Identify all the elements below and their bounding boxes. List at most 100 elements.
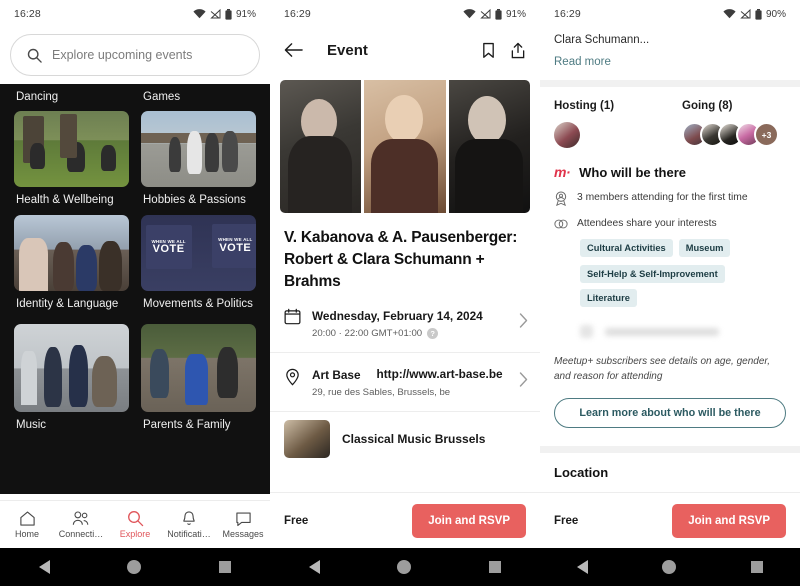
event-date: Wednesday, February 14, 2024 [312, 309, 483, 323]
status-time: 16:28 [14, 8, 41, 20]
android-back-button[interactable] [577, 560, 589, 574]
meetup-m-logo: m· [554, 164, 571, 180]
join-and-rsvp-button[interactable]: Join and RSVP [672, 503, 786, 538]
android-recents-button[interactable] [219, 561, 232, 573]
avatar[interactable] [554, 122, 580, 148]
shared-interests-line: Attendees share your interests [540, 206, 800, 231]
interest-chip[interactable]: Museum [678, 239, 731, 257]
rsvp-bar: Free Join and RSVP [270, 492, 540, 548]
status-bar-3: 16:29 90% [540, 0, 800, 28]
shared-interests-label: Attendees share your interests [577, 218, 717, 229]
event-time: 20:00 · 22:00 GMT+01:00 ? [312, 328, 508, 339]
category-label: Games [143, 91, 181, 103]
blurred-icon-placeholder [580, 325, 593, 339]
category-cell[interactable]: Parents & Family [135, 318, 262, 439]
venue-url[interactable]: http://www.art-base.be [377, 367, 503, 384]
event-price: Free [284, 514, 309, 527]
interest-chip[interactable]: Literature [580, 289, 637, 307]
android-back-button[interactable] [38, 560, 50, 574]
search-section: Explore upcoming events [0, 28, 270, 84]
battery-percent: 91% [235, 8, 256, 20]
bottom-tab-bar: Home Connecti… Explore Notificati… Messa… [0, 500, 270, 548]
android-recents-button[interactable] [750, 561, 763, 573]
interest-chip-row-1: Cultural Activities Museum [540, 231, 800, 257]
join-and-rsvp-button[interactable]: Join and RSVP [412, 503, 526, 538]
chevron-right-icon [519, 372, 528, 392]
tab-home[interactable]: Home [0, 510, 54, 539]
blurred-locked-row [540, 307, 800, 341]
signal-icon [740, 9, 751, 19]
vote-sign-line2: VOTE [219, 241, 252, 254]
category-label: Hobbies & Passions [143, 194, 246, 207]
hosting-column: Hosting (1) [554, 100, 682, 148]
bookmark-icon[interactable] [481, 42, 496, 59]
category-image[interactable] [14, 324, 129, 413]
search-icon [127, 511, 143, 527]
read-more-link[interactable]: Read more [540, 46, 800, 80]
location-section-title: Location [554, 465, 609, 480]
tab-notifications[interactable]: Notificati… [162, 510, 216, 539]
category-cell[interactable]: Music [8, 318, 135, 439]
category-list[interactable]: Dancing Health & Wellbeing Games Hobbies… [0, 84, 270, 494]
android-home-button[interactable] [662, 560, 677, 574]
category-image[interactable] [141, 324, 256, 413]
category-image[interactable] [141, 111, 256, 188]
going-column: Going (8) +3 [682, 100, 786, 148]
tab-messages[interactable]: Messages [216, 511, 270, 539]
android-back-button[interactable] [308, 560, 320, 574]
interest-chip[interactable]: Self-Help & Self-Improvement [580, 265, 725, 283]
category-label: Health & Wellbeing [16, 194, 114, 207]
category-image[interactable] [14, 214, 129, 291]
venue-name: Art Base [312, 368, 361, 382]
interest-chip-row-2: Self-Help & Self-Improvement Literature [540, 257, 800, 307]
event-scroll-area[interactable]: V. Kabanova & A. Pausenberger: Robert & … [270, 72, 540, 492]
event-venue-row[interactable]: Art Base http://www.art-base.be 29, rue … [270, 352, 540, 411]
status-icons: 91% [463, 8, 526, 20]
vote-sign-line2: VOTE [152, 243, 185, 256]
android-home-button[interactable] [397, 560, 412, 574]
going-avatars[interactable]: +3 [682, 122, 786, 147]
category-cell[interactable]: Identity & Language [8, 214, 135, 318]
portrait-johannes-brahms [364, 80, 446, 213]
who-scroll-area[interactable]: Clara Schumann... Read more Hosting (1) … [540, 28, 800, 492]
wifi-icon [193, 9, 206, 19]
arrow-left-icon[interactable] [284, 42, 303, 58]
android-recents-button[interactable] [489, 561, 502, 573]
event-group-row[interactable]: Classical Music Brussels [270, 410, 540, 468]
category-cell[interactable]: WHEN WE ALL VOTE WHEN WE ALL VOTE Moveme… [135, 214, 262, 318]
share-icon[interactable] [510, 42, 526, 59]
who-will-be-there-header: m· Who will be there [540, 148, 800, 180]
people-icon [72, 511, 89, 525]
android-nav-bar [0, 548, 270, 586]
interest-chip[interactable]: Cultural Activities [580, 239, 673, 257]
category-cell[interactable]: Games Hobbies & Passions [135, 84, 262, 215]
search-input[interactable]: Explore upcoming events [10, 34, 260, 76]
category-label: Parents & Family [143, 419, 231, 432]
info-icon[interactable]: ? [427, 328, 439, 339]
tab-connections[interactable]: Connecti… [54, 510, 108, 539]
going-title: Going (8) [682, 100, 733, 112]
android-home-button[interactable] [127, 560, 142, 574]
avatar-overflow-count[interactable]: +3 [754, 122, 779, 147]
event-datetime-row[interactable]: Wednesday, February 14, 2024 20:00 · 22:… [270, 293, 540, 352]
home-icon [19, 511, 35, 526]
first-time-members-line: 3 members attending for the first time [540, 180, 800, 206]
hosting-title: Hosting (1) [554, 100, 615, 112]
category-image[interactable] [14, 111, 129, 188]
section-divider [540, 80, 800, 87]
learn-more-button[interactable]: Learn more about who will be there [554, 398, 786, 428]
bell-icon [183, 511, 195, 526]
category-image[interactable]: WHEN WE ALL VOTE WHEN WE ALL VOTE [141, 214, 256, 291]
hosting-avatars[interactable] [554, 122, 682, 148]
event-hero [270, 72, 540, 213]
category-cell[interactable]: Dancing Health & Wellbeing [8, 84, 135, 215]
search-placeholder: Explore upcoming events [52, 48, 193, 62]
attendees-header: Hosting (1) Going (8) +3 [540, 87, 800, 148]
battery-percent: 91% [505, 8, 526, 20]
chevron-right-icon [519, 313, 528, 333]
event-price: Free [554, 514, 579, 527]
venue-line: Art Base http://www.art-base.be [312, 367, 508, 384]
android-nav-bar [540, 548, 800, 586]
section-divider [540, 446, 800, 453]
tab-explore[interactable]: Explore [108, 510, 162, 539]
